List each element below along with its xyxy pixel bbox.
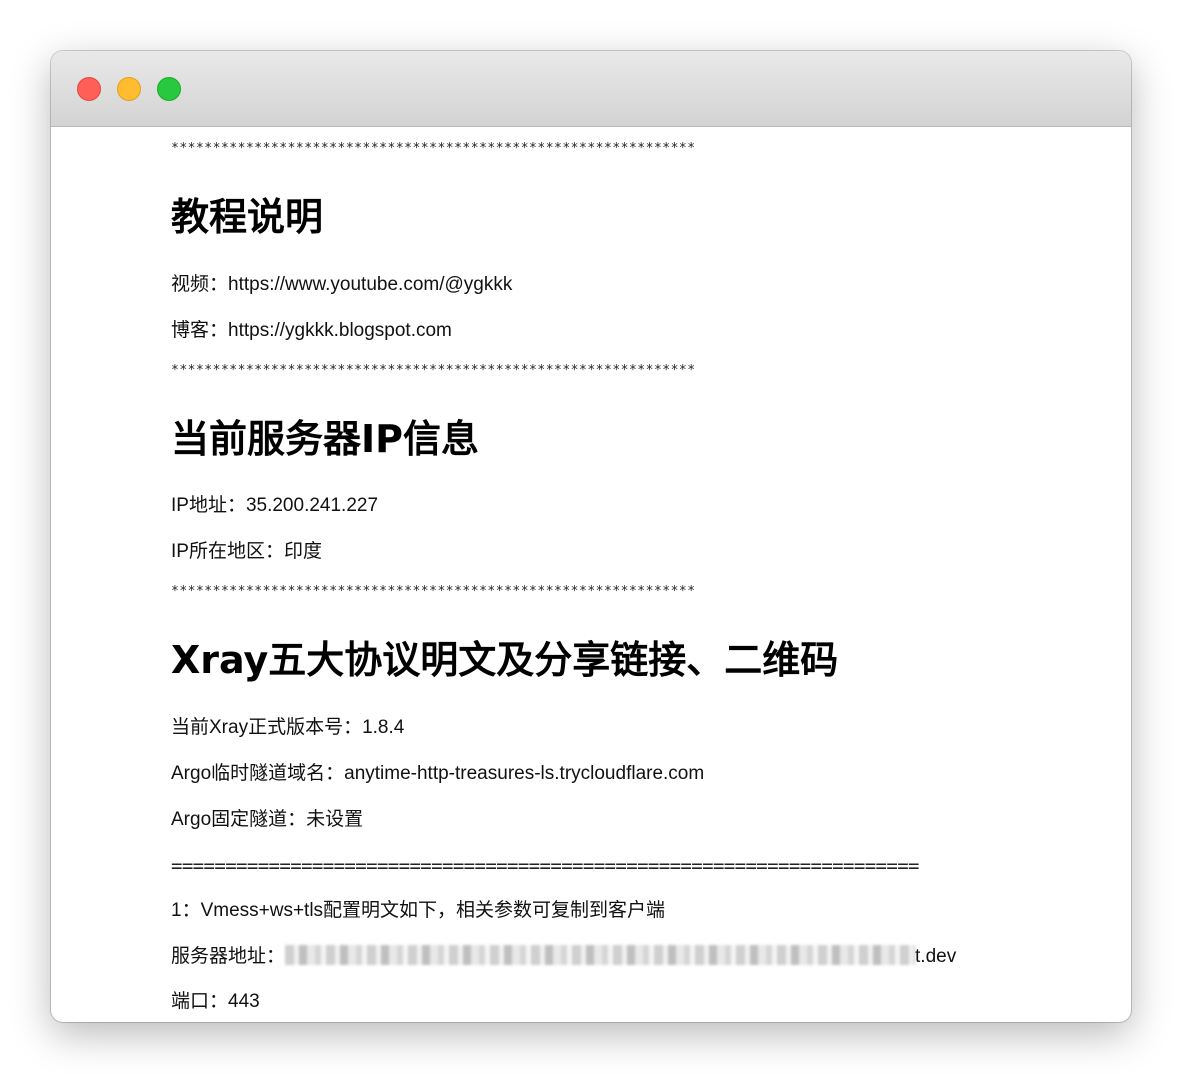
xray-version-text: 当前Xray正式版本号：1.8.4 <box>171 717 405 738</box>
port-text: 端口：443 <box>171 991 260 1012</box>
vmess-config-title: 1：Vmess+ws+tls配置明文如下，相关参数可复制到客户端 <box>171 900 666 921</box>
page-content: ****************************************… <box>51 127 1131 1022</box>
separator-stars: ****************************************… <box>171 584 696 599</box>
close-window-button[interactable] <box>77 77 101 101</box>
ip-address-text: IP地址：35.200.241.227 <box>171 495 379 516</box>
heading-server-ip: 当前服务器IP信息 <box>171 417 479 461</box>
redacted-server-address <box>285 945 916 965</box>
server-address-row: 服务器地址： t.dev <box>171 945 956 969</box>
window-titlebar <box>51 51 1131 127</box>
heading-tutorial: 教程说明 <box>171 195 324 239</box>
maximize-window-button[interactable] <box>157 77 181 101</box>
argo-fixed-tunnel-text: Argo固定隧道：未设置 <box>171 809 364 830</box>
blog-link-text: 博客：https://ygkkk.blogspot.com <box>171 320 452 341</box>
argo-temp-domain-text: Argo临时隧道域名：anytime-http-treasures-ls.try… <box>171 763 705 784</box>
server-address-suffix: t.dev <box>915 946 957 967</box>
minimize-window-button[interactable] <box>117 77 141 101</box>
separator-stars: ****************************************… <box>171 363 696 378</box>
video-link-text: 视频：https://www.youtube.com/@ygkkk <box>171 274 513 295</box>
separator-stars: ****************************************… <box>171 141 696 156</box>
browser-window: ****************************************… <box>51 51 1131 1022</box>
heading-xray-protocols: Xray五大协议明文及分享链接、二维码 <box>171 638 839 682</box>
separator-equals: ========================================… <box>171 855 919 877</box>
server-address-label: 服务器地址： <box>171 946 286 967</box>
ip-region-text: IP所在地区：印度 <box>171 541 322 562</box>
